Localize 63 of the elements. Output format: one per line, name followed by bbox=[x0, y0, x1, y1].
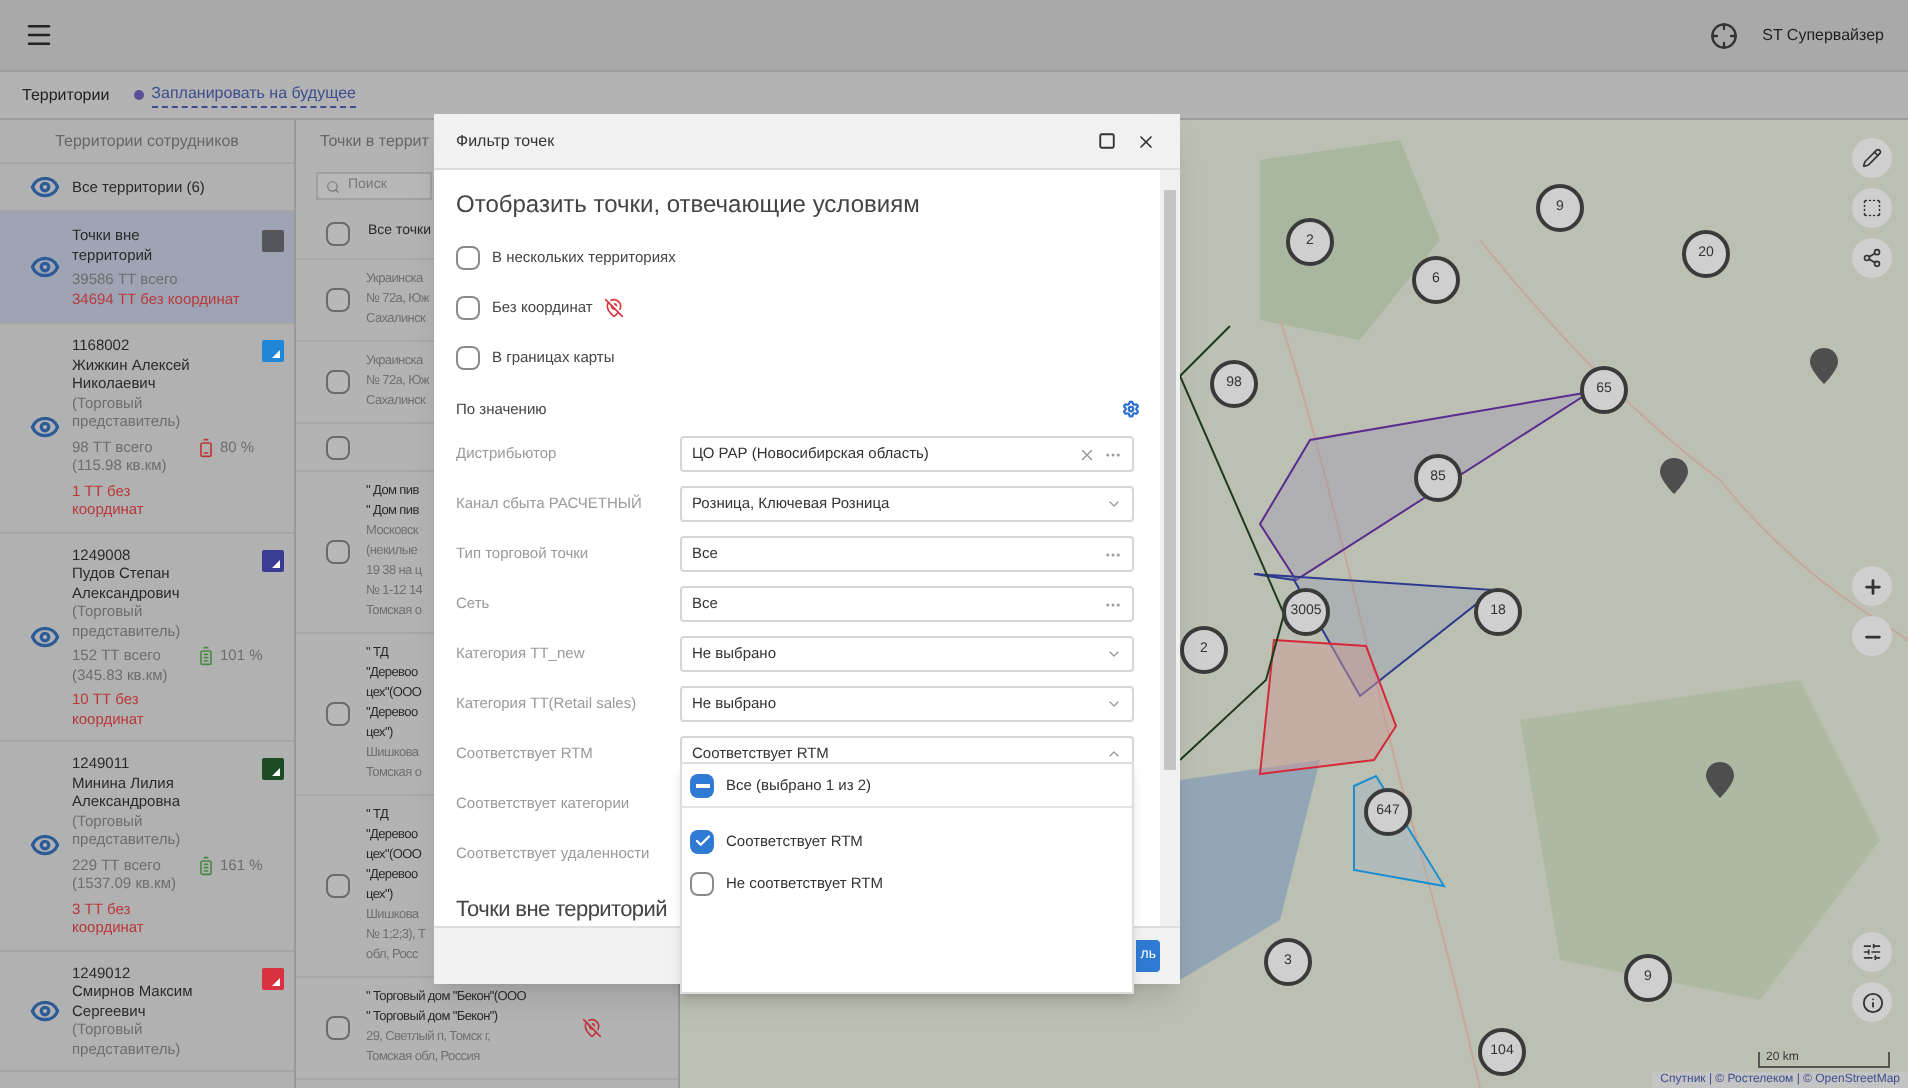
checkbox[interactable] bbox=[456, 245, 480, 269]
checkbox[interactable] bbox=[690, 773, 714, 797]
select-area-button[interactable] bbox=[1852, 188, 1892, 228]
no-coords-icon bbox=[582, 1018, 602, 1038]
scrollbar[interactable] bbox=[1160, 170, 1180, 926]
checkbox[interactable] bbox=[326, 1016, 350, 1040]
eye-icon[interactable] bbox=[29, 252, 59, 282]
checkbox[interactable] bbox=[690, 829, 714, 853]
checkbox[interactable] bbox=[326, 702, 350, 726]
maximize-icon[interactable] bbox=[1098, 132, 1116, 150]
menu-icon[interactable] bbox=[24, 20, 54, 50]
polygon-button[interactable] bbox=[1852, 238, 1892, 278]
color-swatch[interactable] bbox=[262, 967, 285, 989]
zoom-in-button[interactable] bbox=[1852, 566, 1892, 606]
checkbox[interactable] bbox=[326, 288, 350, 312]
caret-icon bbox=[1106, 696, 1122, 712]
eye-icon[interactable] bbox=[29, 172, 59, 202]
color-swatch[interactable] bbox=[262, 340, 285, 362]
close-icon[interactable] bbox=[1136, 131, 1156, 151]
panel-title: Территории сотрудников bbox=[55, 129, 239, 153]
map-pin-icon[interactable] bbox=[1706, 762, 1734, 798]
settings-icon[interactable] bbox=[1122, 400, 1140, 419]
zoom-out-button[interactable] bbox=[1852, 616, 1892, 656]
clear-icon[interactable] bbox=[1078, 445, 1096, 463]
panel-title: Точки в террит bbox=[320, 130, 429, 154]
connected-nodes-icon bbox=[1862, 248, 1882, 268]
info-icon bbox=[1861, 991, 1883, 1013]
color-swatch[interactable] bbox=[262, 230, 285, 252]
eye-icon[interactable] bbox=[29, 830, 59, 861]
checkbox[interactable] bbox=[326, 874, 350, 898]
draw-button[interactable] bbox=[1852, 138, 1892, 178]
caret-icon bbox=[1106, 496, 1122, 512]
pencil-icon bbox=[1862, 148, 1882, 168]
sliders-icon bbox=[1862, 942, 1882, 962]
caret-icon bbox=[1106, 646, 1122, 662]
dashed-square-icon bbox=[1862, 198, 1882, 218]
checkbox[interactable] bbox=[456, 295, 480, 319]
info-button[interactable] bbox=[1852, 982, 1892, 1022]
color-swatch[interactable] bbox=[262, 758, 285, 780]
layers-settings-button[interactable] bbox=[1852, 932, 1892, 972]
outside-heading: Точки вне территорий bbox=[456, 895, 669, 925]
checkbox[interactable] bbox=[326, 370, 350, 394]
filter-heading: Отобразить точки, отвечающие условиям bbox=[456, 188, 922, 222]
checkbox[interactable] bbox=[326, 540, 350, 564]
dialog-title: Фильтр точек bbox=[456, 129, 555, 153]
caret-icon bbox=[1106, 746, 1122, 762]
map-pin-icon[interactable] bbox=[1810, 348, 1838, 384]
page-title: Территории bbox=[22, 83, 110, 107]
checkbox[interactable] bbox=[456, 345, 480, 369]
checkbox[interactable] bbox=[690, 871, 714, 895]
location-icon[interactable] bbox=[1710, 21, 1739, 49]
checkbox[interactable] bbox=[326, 221, 350, 245]
eye-icon[interactable] bbox=[29, 995, 59, 1026]
plus-icon bbox=[1861, 575, 1883, 597]
plan-link[interactable]: Запланировать на будущее bbox=[151, 82, 356, 108]
no-coords-icon bbox=[604, 297, 625, 317]
user-name[interactable]: ST Супервайзер bbox=[1762, 23, 1884, 47]
color-swatch[interactable] bbox=[262, 549, 285, 571]
search-icon bbox=[326, 179, 340, 193]
checkbox[interactable] bbox=[326, 435, 350, 459]
eye-icon[interactable] bbox=[29, 412, 59, 443]
map-pin-icon[interactable] bbox=[1660, 458, 1688, 494]
eye-icon[interactable] bbox=[29, 621, 59, 652]
